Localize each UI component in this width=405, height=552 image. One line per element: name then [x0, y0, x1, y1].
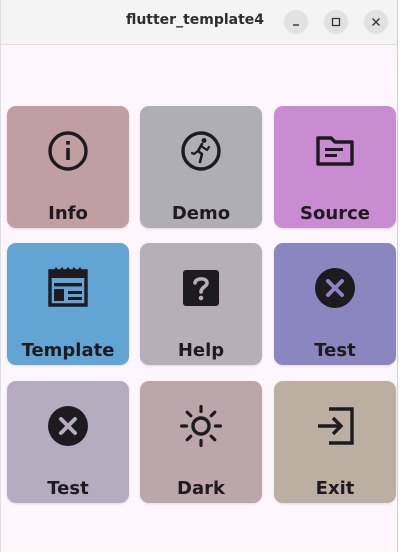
minimize-icon	[293, 24, 299, 26]
tile-label: Source	[300, 203, 370, 224]
close-button[interactable]	[364, 10, 388, 34]
close-icon	[372, 18, 380, 26]
exit-icon	[314, 405, 356, 447]
minimize-button[interactable]	[284, 10, 308, 34]
template-tile[interactable]: Template	[7, 243, 129, 365]
app-window: flutter_template4 Info Demo Source Templ…	[0, 0, 398, 552]
maximize-button[interactable]	[324, 10, 348, 34]
tile-label: Test	[47, 478, 89, 499]
tile-label: Template	[21, 340, 115, 361]
tile-label: Dark	[177, 478, 225, 499]
template-icon	[47, 267, 89, 309]
tile-label: Info	[48, 203, 88, 224]
tile-label: Test	[314, 340, 356, 361]
cancel-icon	[47, 405, 89, 447]
exit-tile[interactable]: Exit	[274, 381, 396, 503]
test-tile[interactable]: Test	[274, 243, 396, 365]
tile-label: Demo	[171, 203, 231, 224]
run-icon	[180, 130, 222, 172]
source-tile[interactable]: Source	[274, 106, 396, 228]
light-mode-icon	[180, 405, 222, 447]
tile-label: Help	[177, 340, 225, 361]
maximize-icon	[331, 17, 341, 27]
menu-grid: Info Demo Source Template Help Test Test…	[7, 106, 397, 504]
cancel-icon	[314, 267, 356, 309]
folder-icon	[314, 130, 356, 172]
help-icon	[180, 267, 222, 309]
info-tile[interactable]: Info	[7, 106, 129, 228]
info-icon	[47, 130, 89, 172]
background-window-edge	[398, 0, 405, 552]
help-tile[interactable]: Help	[140, 243, 262, 365]
tile-label: Exit	[315, 478, 355, 499]
demo-tile[interactable]: Demo	[140, 106, 262, 228]
dark-tile[interactable]: Dark	[140, 381, 262, 503]
test-tile-2[interactable]: Test	[7, 381, 129, 503]
title-bar[interactable]: flutter_template4	[1, 0, 397, 45]
